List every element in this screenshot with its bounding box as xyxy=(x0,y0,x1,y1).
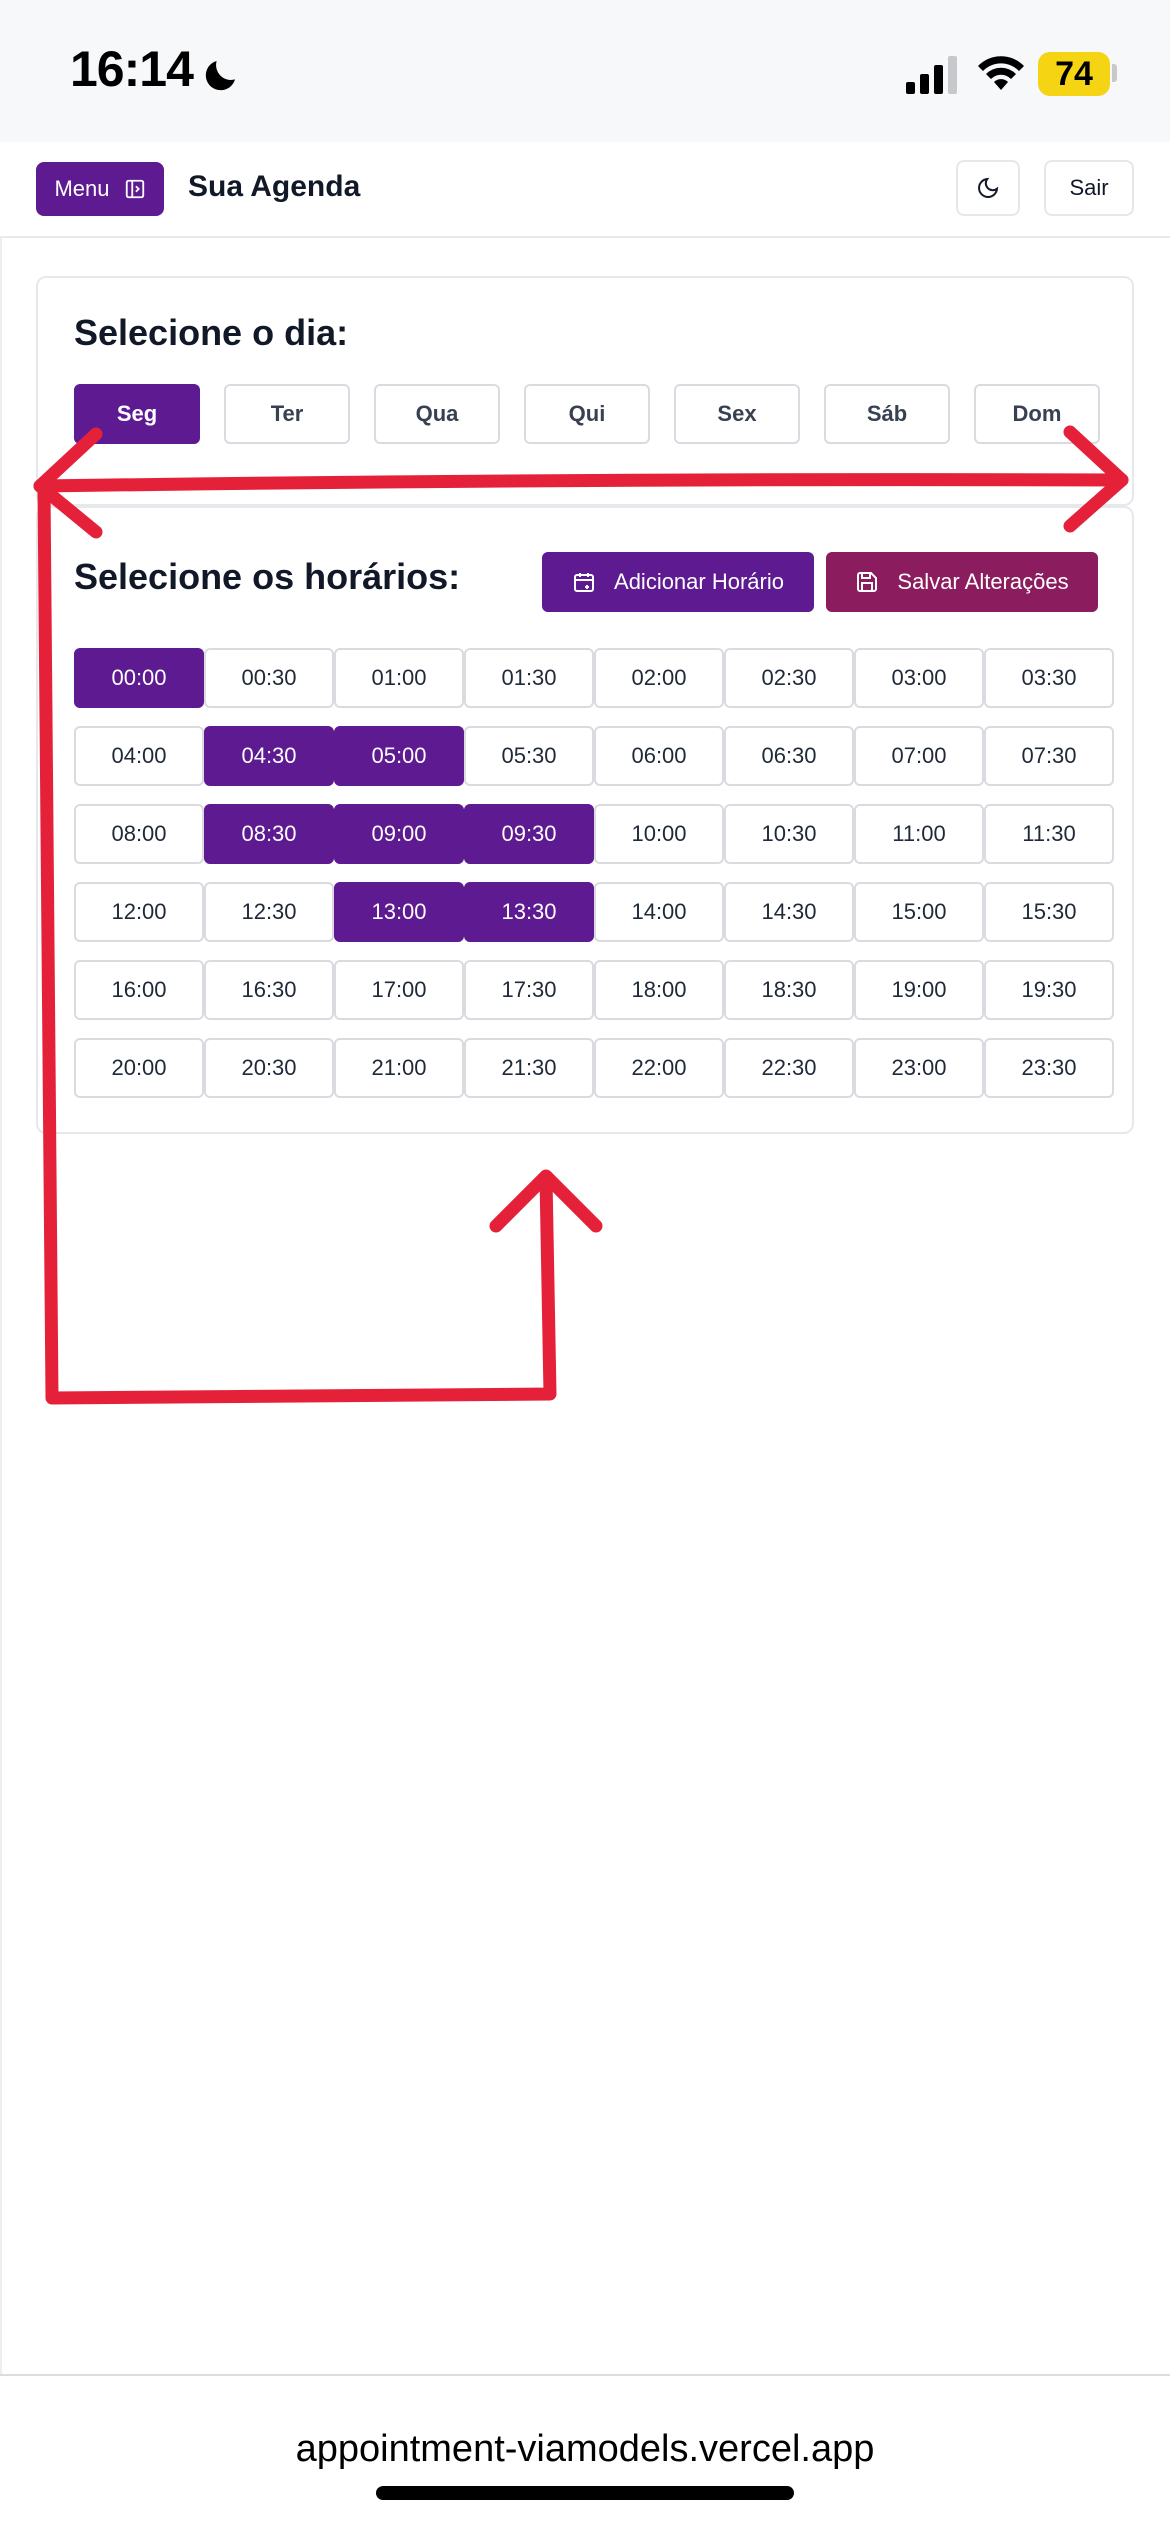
time-slot[interactable]: 23:00 xyxy=(854,1038,984,1098)
app-header: Menu Sua Agenda Sair xyxy=(0,142,1170,238)
time-slot[interactable]: 18:30 xyxy=(724,960,854,1020)
add-time-label: Adicionar Horário xyxy=(614,569,784,594)
browser-url-bar[interactable]: appointment-viamodels.vercel.app xyxy=(0,2374,1170,2532)
time-slot[interactable]: 14:00 xyxy=(594,882,724,942)
time-slot[interactable]: 17:00 xyxy=(334,960,464,1020)
up-arrowhead xyxy=(489,1169,603,1233)
time-slot[interactable]: 04:30 xyxy=(204,726,334,786)
time-slot[interactable]: 17:30 xyxy=(464,960,594,1020)
day-button[interactable]: Seg xyxy=(74,384,200,444)
wifi-icon xyxy=(978,56,1024,90)
time-slot[interactable]: 05:00 xyxy=(334,726,464,786)
page: 16:14 74 Menu Sua Agenda Sair Selecione … xyxy=(0,0,1170,2532)
time-slot[interactable]: 14:30 xyxy=(724,882,854,942)
time-slot[interactable]: 16:30 xyxy=(204,960,334,1020)
day-selector-title: Selecione o dia: xyxy=(74,312,349,353)
time-slot[interactable]: 23:30 xyxy=(984,1038,1114,1098)
time-slot[interactable]: 12:30 xyxy=(204,882,334,942)
logout-button[interactable]: Sair xyxy=(1044,160,1134,216)
time-slot[interactable]: 10:30 xyxy=(724,804,854,864)
battery-tip xyxy=(1112,64,1117,82)
time-slot[interactable]: 11:30 xyxy=(984,804,1114,864)
save-changes-label: Salvar Alterações xyxy=(897,569,1069,594)
time-slot[interactable]: 01:00 xyxy=(334,648,464,708)
time-slot[interactable]: 12:00 xyxy=(74,882,204,942)
time-slot[interactable]: 15:00 xyxy=(854,882,984,942)
day-button[interactable]: Qua xyxy=(374,384,500,444)
time-slot[interactable]: 02:00 xyxy=(594,648,724,708)
signal-icon xyxy=(906,56,957,94)
time-slot[interactable]: 13:00 xyxy=(334,882,464,942)
time-slot[interactable]: 15:30 xyxy=(984,882,1114,942)
calendar-plus-icon xyxy=(574,573,595,592)
time-slot[interactable]: 09:00 xyxy=(334,804,464,864)
time-slot[interactable]: 16:00 xyxy=(74,960,204,1020)
time-slot[interactable]: 11:00 xyxy=(854,804,984,864)
time-slot[interactable]: 06:30 xyxy=(724,726,854,786)
time-slot[interactable]: 03:30 xyxy=(984,648,1114,708)
save-changes-button[interactable]: Salvar Alterações xyxy=(826,552,1098,612)
status-time: 16:14 xyxy=(70,41,194,97)
page-edge xyxy=(0,238,2,2374)
time-slot[interactable]: 19:00 xyxy=(854,960,984,1020)
status-bar: 16:14 74 xyxy=(0,0,1170,142)
day-button[interactable]: Dom xyxy=(974,384,1100,444)
save-icon xyxy=(857,572,878,592)
theme-toggle-button[interactable] xyxy=(956,160,1020,216)
time-slot[interactable]: 09:30 xyxy=(464,804,594,864)
time-slot[interactable]: 20:00 xyxy=(74,1038,204,1098)
home-indicator[interactable] xyxy=(376,2486,794,2500)
time-slot[interactable]: 20:30 xyxy=(204,1038,334,1098)
time-slot[interactable]: 10:00 xyxy=(594,804,724,864)
time-slot[interactable]: 07:30 xyxy=(984,726,1114,786)
page-title: Sua Agenda xyxy=(188,170,361,203)
day-button[interactable]: Sex xyxy=(674,384,800,444)
time-slot[interactable]: 21:30 xyxy=(464,1038,594,1098)
add-time-button[interactable]: Adicionar Horário xyxy=(542,552,814,612)
time-slot[interactable]: 07:00 xyxy=(854,726,984,786)
time-slot[interactable]: 04:00 xyxy=(74,726,204,786)
time-slot[interactable]: 21:00 xyxy=(334,1038,464,1098)
moon-icon xyxy=(205,61,235,91)
battery-indicator: 74 xyxy=(1038,52,1110,96)
time-slot[interactable]: 00:00 xyxy=(74,648,204,708)
time-slot[interactable]: 08:00 xyxy=(74,804,204,864)
day-selector-card: Selecione o dia: Seg Ter Qua Qui Sex Sáb Dom xyxy=(36,276,1134,506)
time-slot[interactable]: 13:30 xyxy=(464,882,594,942)
menu-button-label: Menu xyxy=(54,176,110,201)
time-slot[interactable]: 08:30 xyxy=(204,804,334,864)
hours-title: Selecione os horários: xyxy=(74,556,461,597)
day-button[interactable]: Qui xyxy=(524,384,650,444)
time-slot[interactable]: 05:30 xyxy=(464,726,594,786)
time-slot[interactable]: 19:30 xyxy=(984,960,1114,1020)
time-slot[interactable]: 02:30 xyxy=(724,648,854,708)
time-slot[interactable]: 01:30 xyxy=(464,648,594,708)
time-slot[interactable]: 18:00 xyxy=(594,960,724,1020)
sidebar-toggle-icon xyxy=(125,179,144,199)
time-slot[interactable]: 06:00 xyxy=(594,726,724,786)
time-slot[interactable]: 22:30 xyxy=(724,1038,854,1098)
time-slot[interactable]: 22:00 xyxy=(594,1038,724,1098)
time-slot[interactable]: 00:30 xyxy=(204,648,334,708)
time-slot[interactable]: 03:00 xyxy=(854,648,984,708)
menu-button[interactable]: Menu xyxy=(36,162,164,216)
hours-card: Selecione os horários: Adicionar Horário… xyxy=(36,506,1134,1134)
moon-icon xyxy=(978,177,999,198)
day-button[interactable]: Ter xyxy=(224,384,350,444)
url-text: appointment-viamodels.vercel.app xyxy=(295,2428,875,2470)
day-button[interactable]: Sáb xyxy=(824,384,950,444)
